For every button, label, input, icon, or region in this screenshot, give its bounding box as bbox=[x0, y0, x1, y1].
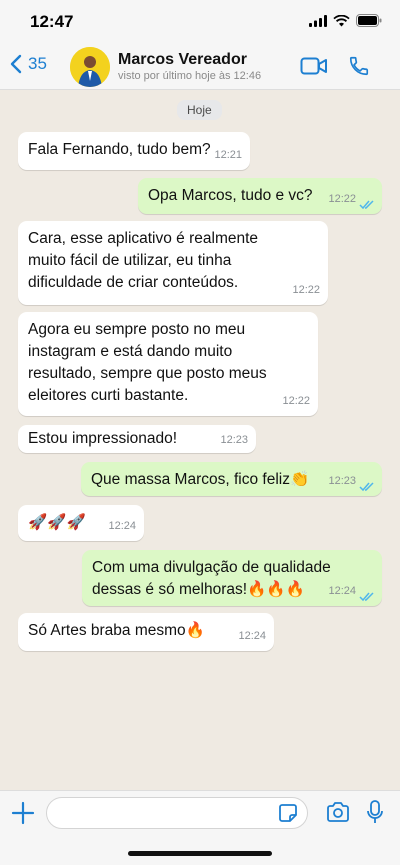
avatar-image bbox=[70, 47, 110, 87]
camera-button[interactable] bbox=[326, 801, 350, 828]
double-check-icon bbox=[359, 592, 374, 602]
microphone-icon bbox=[367, 800, 383, 823]
message-time: 12:24 bbox=[328, 585, 356, 597]
message-outgoing[interactable]: Com uma divulgação de qualidade dessas é… bbox=[82, 550, 382, 606]
message-time: 12:24 bbox=[108, 520, 136, 532]
message-incoming[interactable]: Fala Fernando, tudo bem? 12:21 bbox=[18, 132, 250, 170]
video-camera-icon bbox=[300, 57, 327, 75]
message-text: Fala Fernando, tudo bem? bbox=[28, 141, 211, 158]
message-text: resultado, sempre que posto meus bbox=[28, 365, 267, 382]
message-incoming[interactable]: Estou impressionado! 12:23 bbox=[18, 425, 256, 453]
message-incoming[interactable]: Agora eu sempre posto no meu instagram e… bbox=[18, 312, 318, 416]
microphone-button[interactable] bbox=[365, 799, 385, 830]
message-time: 12:24 bbox=[238, 630, 266, 642]
input-bar bbox=[0, 790, 400, 865]
message-time: 12:22 bbox=[292, 284, 320, 296]
message-time: 12:23 bbox=[328, 475, 356, 487]
battery-icon bbox=[356, 14, 382, 27]
day-separator: Hoje bbox=[177, 100, 222, 120]
back-button[interactable]: 35 bbox=[10, 54, 47, 74]
wifi-icon bbox=[333, 14, 350, 26]
message-text: Agora eu sempre posto no meu bbox=[28, 321, 246, 338]
message-outgoing[interactable]: Opa Marcos, tudo e vc? 12:22 bbox=[138, 178, 382, 214]
attach-button[interactable] bbox=[10, 800, 36, 831]
message-text: Só Artes braba mesmo🔥 bbox=[28, 622, 205, 639]
message-time: 12:22 bbox=[328, 193, 356, 205]
voice-call-button[interactable] bbox=[348, 55, 370, 82]
contact-name[interactable]: Marcos Vereador bbox=[118, 51, 247, 69]
message-incoming[interactable]: Cara, esse aplicativo é realmente muito … bbox=[18, 221, 328, 305]
message-time: 12:22 bbox=[282, 395, 310, 407]
plus-icon bbox=[11, 801, 35, 825]
message-input[interactable] bbox=[46, 797, 308, 829]
video-call-button[interactable] bbox=[300, 55, 328, 82]
avatar[interactable] bbox=[70, 47, 110, 87]
status-bar: 12:47 bbox=[0, 0, 400, 44]
message-text: muito fácil de utilizar, eu tinha bbox=[28, 252, 232, 269]
message-text: Cara, esse aplicativo é realmente bbox=[28, 230, 259, 247]
signal-icon bbox=[309, 14, 327, 27]
status-icons bbox=[309, 14, 382, 27]
message-text: instagram e está dando muito bbox=[28, 343, 233, 360]
message-text: Estou impressionado! bbox=[28, 430, 178, 447]
camera-icon bbox=[327, 802, 349, 822]
message-text: dificuldade de criar conteúdos. bbox=[28, 274, 239, 291]
sticker-icon bbox=[279, 804, 297, 822]
sticker-button[interactable] bbox=[278, 803, 298, 828]
message-incoming[interactable]: Só Artes braba mesmo🔥 12:24 bbox=[18, 613, 274, 651]
unread-count: 35 bbox=[28, 54, 47, 73]
message-outgoing[interactable]: Que massa Marcos, fico feliz👏 12:23 bbox=[81, 462, 382, 496]
message-text: Com uma divulgação de qualidade bbox=[92, 559, 331, 576]
status-time: 12:47 bbox=[30, 12, 74, 31]
double-check-icon bbox=[359, 482, 374, 492]
chat-area[interactable]: Hoje Fala Fernando, tudo bem? 12:21 Opa … bbox=[0, 90, 400, 790]
message-time: 12:23 bbox=[220, 434, 248, 446]
message-text: eleitores curti bastante. bbox=[28, 387, 189, 404]
chevron-left-icon bbox=[10, 54, 22, 74]
contact-last-seen: visto por último hoje às 12:46 bbox=[118, 70, 262, 82]
phone-icon bbox=[349, 56, 369, 76]
message-incoming[interactable]: 🚀🚀🚀 12:24 bbox=[18, 505, 144, 541]
double-check-icon bbox=[359, 200, 374, 210]
message-time: 12:21 bbox=[214, 149, 242, 161]
home-indicator bbox=[128, 851, 272, 856]
chat-header: 35 Marcos Vereador visto por último hoje… bbox=[0, 44, 400, 90]
